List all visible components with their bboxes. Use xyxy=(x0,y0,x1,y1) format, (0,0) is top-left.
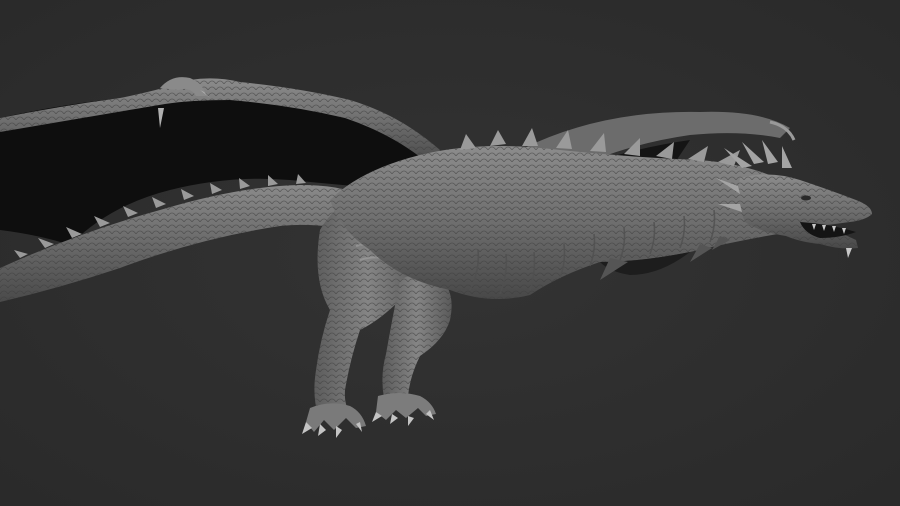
eye xyxy=(801,195,811,201)
dragon-render xyxy=(0,0,900,506)
viewport xyxy=(0,0,900,506)
